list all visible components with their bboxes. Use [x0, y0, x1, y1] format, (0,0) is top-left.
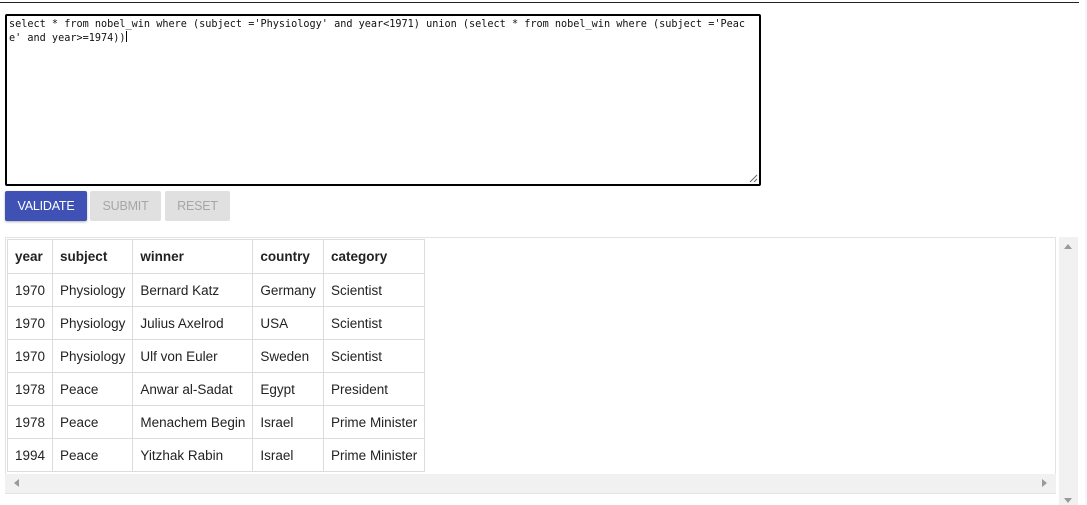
table-row: 1978 Peace Anwar al-Sadat Egypt Presiden…: [6, 372, 426, 406]
table-cell: 1978: [6, 405, 54, 439]
table-cell: 1970: [6, 273, 54, 307]
vertical-scrollbar[interactable]: [1059, 237, 1078, 505]
table-row: 1994 Peace Yitzhak Rabin Israel Prime Mi…: [6, 438, 426, 472]
resize-handle-icon[interactable]: [748, 173, 758, 183]
table-cell: President: [322, 372, 426, 406]
sql-query-text[interactable]: select * from nobel_win where (subject =…: [9, 18, 757, 45]
table-cell: Prime Minister: [322, 405, 426, 439]
table-row: 1970 Physiology Ulf von Euler Sweden Sci…: [6, 339, 426, 373]
sql-exercise-page: select * from nobel_win where (subject =…: [0, 0, 1087, 505]
sql-query-editor[interactable]: select * from nobel_win where (subject =…: [5, 14, 761, 186]
table-cell: 1994: [6, 438, 54, 472]
table-cell: Yitzhak Rabin: [132, 438, 254, 472]
column-header: year: [6, 239, 54, 274]
table-cell: Physiology: [52, 306, 134, 340]
submit-button[interactable]: SUBMIT: [90, 191, 161, 221]
table-cell: Israel: [252, 438, 324, 472]
table-row: 1978 Peace Menachem Begin Israel Prime M…: [6, 405, 426, 439]
table-cell: Peace: [52, 405, 134, 439]
table-cell: Bernard Katz: [132, 273, 254, 307]
column-header: category: [322, 239, 426, 274]
table-cell: Peace: [52, 372, 134, 406]
reset-button[interactable]: RESET: [165, 191, 230, 221]
table-cell: Egypt: [252, 372, 324, 406]
table-cell: Ulf von Euler: [132, 339, 254, 373]
horizontal-scrollbar[interactable]: [5, 474, 1056, 493]
table-cell: Menachem Begin: [132, 405, 254, 439]
scroll-down-icon[interactable]: [1064, 498, 1072, 503]
column-header: subject: [52, 239, 134, 274]
table-cell: Prime Minister: [322, 438, 426, 472]
table-cell: Julius Axelrod: [132, 306, 254, 340]
table-cell: Anwar al-Sadat: [132, 372, 254, 406]
table-cell: 1978: [6, 372, 54, 406]
table-row: 1970 Physiology Julius Axelrod USA Scien…: [6, 306, 426, 340]
text-caret: [125, 31, 127, 42]
scroll-right-icon[interactable]: [1042, 479, 1047, 487]
scroll-up-icon[interactable]: [1064, 244, 1072, 249]
scroll-left-icon[interactable]: [14, 479, 19, 487]
table-cell: Sweden: [252, 339, 324, 373]
table-header-row: year subject winner country category: [6, 239, 426, 274]
column-header: country: [252, 239, 324, 274]
table-cell: Scientist: [322, 273, 426, 307]
table-cell: Physiology: [52, 339, 134, 373]
table-cell: Israel: [252, 405, 324, 439]
table-cell: 1970: [6, 339, 54, 373]
sql-query-value[interactable]: select * from nobel_win where (subject =…: [9, 19, 745, 44]
results-table: year subject winner country category 197…: [6, 239, 426, 472]
table-cell: USA: [252, 306, 324, 340]
validate-button[interactable]: VALIDATE: [5, 191, 87, 221]
column-header: winner: [132, 239, 254, 274]
table-cell: Scientist: [322, 339, 426, 373]
top-divider: [0, 2, 1079, 3]
table-row: 1970 Physiology Bernard Katz Germany Sci…: [6, 273, 426, 307]
table-cell: Physiology: [52, 273, 134, 307]
table-cell: Scientist: [322, 306, 426, 340]
table-cell: 1970: [6, 306, 54, 340]
table-cell: Germany: [252, 273, 324, 307]
table-cell: Peace: [52, 438, 134, 472]
query-results-panel: year subject winner country category 197…: [5, 237, 1056, 494]
